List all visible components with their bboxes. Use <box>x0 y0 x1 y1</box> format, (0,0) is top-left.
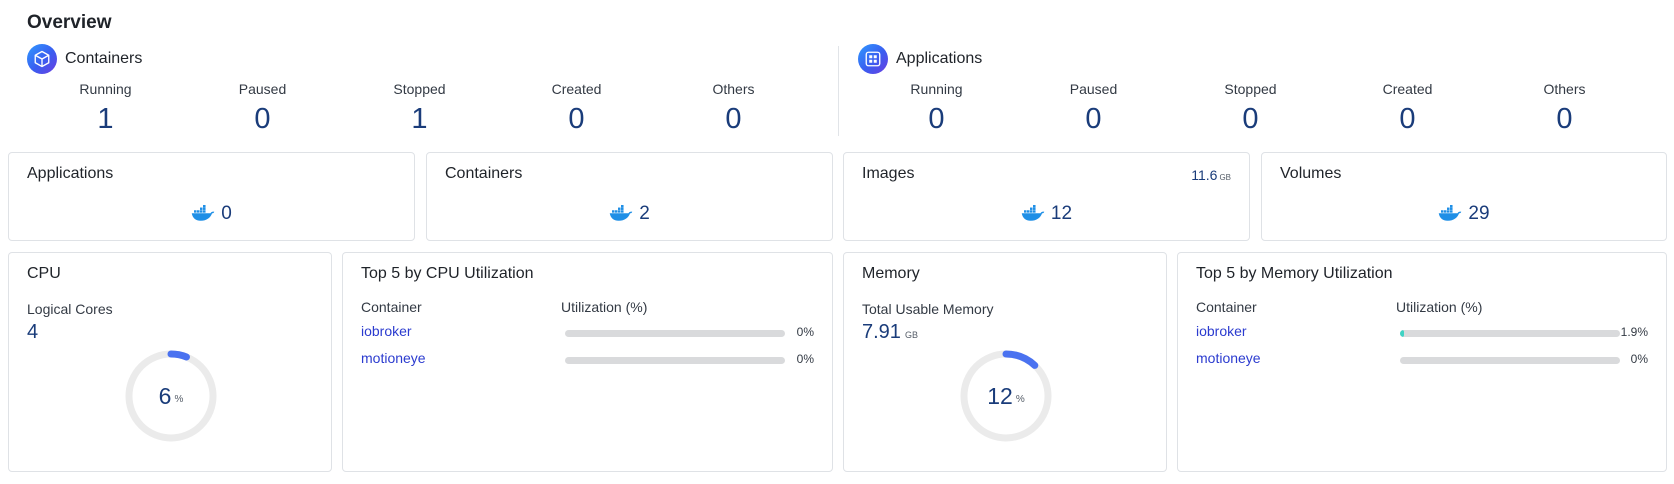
cpu-usage-value: 6 <box>158 382 172 409</box>
applications-others-stat[interactable]: Others 0 <box>1486 80 1643 136</box>
containers-count: 2 <box>639 203 650 224</box>
utilization-bar <box>1400 357 1620 364</box>
table-row: motioneye 0% <box>1196 350 1648 370</box>
stat-value: 0 <box>254 103 271 135</box>
utilization-percent: 0% <box>1630 352 1648 366</box>
containers-stopped-stat[interactable]: Stopped 1 <box>341 80 498 136</box>
containers-summary-title: Containers <box>65 50 143 67</box>
stat-label: Others <box>712 81 755 97</box>
total-memory-value: 7.91 GB <box>862 321 918 343</box>
stat-value: 0 <box>1242 103 1259 135</box>
applications-stopped-stat[interactable]: Stopped 0 <box>1172 80 1329 136</box>
stat-label: Paused <box>238 81 287 97</box>
cpu-card: CPU Logical Cores 4 6 % <box>8 252 332 472</box>
stat-label: Stopped <box>1224 81 1277 97</box>
images-count: 12 <box>1050 203 1073 224</box>
docker-whale-icon <box>609 205 633 223</box>
stat-label: Created <box>1382 81 1433 97</box>
logical-cores-label: Logical Cores <box>27 301 113 317</box>
top-memory-card: Top 5 by Memory Utilization Container Ut… <box>1177 252 1667 472</box>
stat-label: Running <box>79 81 132 97</box>
container-link-motioneye[interactable]: motioneye <box>361 350 426 366</box>
applications-summary: Applications Running 0 Paused 0 Stopped … <box>858 44 1648 136</box>
images-size: 11.6 GB <box>1191 167 1231 183</box>
logical-cores-value: 4 <box>27 321 39 343</box>
containers-summary: Containers Running 1 Paused 0 Stopped 1 … <box>27 44 837 136</box>
stat-value: 0 <box>1399 103 1416 135</box>
stat-value: 1 <box>97 103 114 135</box>
docker-whale-icon <box>1021 205 1045 223</box>
card-title: Memory <box>862 265 920 282</box>
container-link-motioneye[interactable]: motioneye <box>1196 350 1261 366</box>
card-title: Images <box>862 165 915 182</box>
stat-value: 0 <box>1556 103 1573 135</box>
total-memory-label: Total Usable Memory <box>862 301 994 317</box>
card-title: Volumes <box>1280 165 1342 182</box>
card-title: Top 5 by Memory Utilization <box>1196 265 1393 282</box>
containers-paused-stat[interactable]: Paused 0 <box>184 80 341 136</box>
memory-usage-value: 12 <box>987 382 1013 409</box>
volumes-count-card[interactable]: Volumes 29 <box>1261 152 1667 241</box>
page-title: Overview <box>27 12 112 33</box>
stat-value: 1 <box>411 103 428 135</box>
volumes-count: 29 <box>1468 203 1490 224</box>
stat-value: 0 <box>928 103 945 135</box>
stat-label: Running <box>910 81 963 97</box>
stat-value: 0 <box>568 103 585 135</box>
applications-running-stat[interactable]: Running 0 <box>858 80 1015 136</box>
app-grid-icon <box>858 44 888 74</box>
utilization-bar <box>1400 330 1620 337</box>
cpu-usage-unit: % <box>174 393 184 405</box>
column-header-container: Container <box>361 299 422 315</box>
containers-others-stat[interactable]: Others 0 <box>655 80 812 136</box>
containers-created-stat[interactable]: Created 0 <box>498 80 655 136</box>
utilization-percent: 0% <box>796 325 814 339</box>
memory-usage-unit: % <box>1015 393 1025 405</box>
applications-created-stat[interactable]: Created 0 <box>1329 80 1486 136</box>
stat-label: Created <box>551 81 602 97</box>
table-row: motioneye 0% <box>361 350 814 370</box>
docker-whale-icon <box>1438 205 1462 223</box>
applications-count-card[interactable]: Applications 0 <box>8 152 415 241</box>
container-link-iobroker[interactable]: iobroker <box>1196 323 1247 339</box>
stat-label: Paused <box>1069 81 1118 97</box>
utilization-bar <box>565 330 785 337</box>
docker-whale-icon <box>191 205 215 223</box>
applications-summary-title: Applications <box>896 50 983 67</box>
applications-count: 0 <box>221 203 232 224</box>
card-title: CPU <box>27 265 61 282</box>
stat-value: 0 <box>1085 103 1102 135</box>
column-header-container: Container <box>1196 299 1257 315</box>
containers-count-card[interactable]: Containers 2 <box>426 152 833 241</box>
table-row: iobroker 1.9% <box>1196 323 1648 343</box>
utilization-bar <box>565 357 785 364</box>
stat-label: Stopped <box>393 81 446 97</box>
column-header-utilization: Utilization (%) <box>561 299 648 315</box>
images-count-card[interactable]: Images 11.6 GB 12 <box>843 152 1250 241</box>
container-link-iobroker[interactable]: iobroker <box>361 323 412 339</box>
card-title: Applications <box>27 165 114 182</box>
memory-usage-gauge: 12 % <box>959 349 1053 443</box>
stat-value: 0 <box>725 103 742 135</box>
containers-running-stat[interactable]: Running 1 <box>27 80 184 136</box>
stat-label: Others <box>1543 81 1586 97</box>
cpu-usage-gauge: 6 % <box>124 349 218 443</box>
summary-divider <box>838 46 839 136</box>
utilization-percent: 0% <box>796 352 814 366</box>
memory-card: Memory Total Usable Memory 7.91 GB 12 % <box>843 252 1167 472</box>
utilization-percent: 1.9% <box>1620 325 1648 339</box>
applications-paused-stat[interactable]: Paused 0 <box>1015 80 1172 136</box>
column-header-utilization: Utilization (%) <box>1396 299 1483 315</box>
card-title: Top 5 by CPU Utilization <box>361 265 534 282</box>
card-title: Containers <box>445 165 523 182</box>
top-cpu-card: Top 5 by CPU Utilization Container Utili… <box>342 252 833 472</box>
table-row: iobroker 0% <box>361 323 814 343</box>
cube-icon <box>27 44 57 74</box>
